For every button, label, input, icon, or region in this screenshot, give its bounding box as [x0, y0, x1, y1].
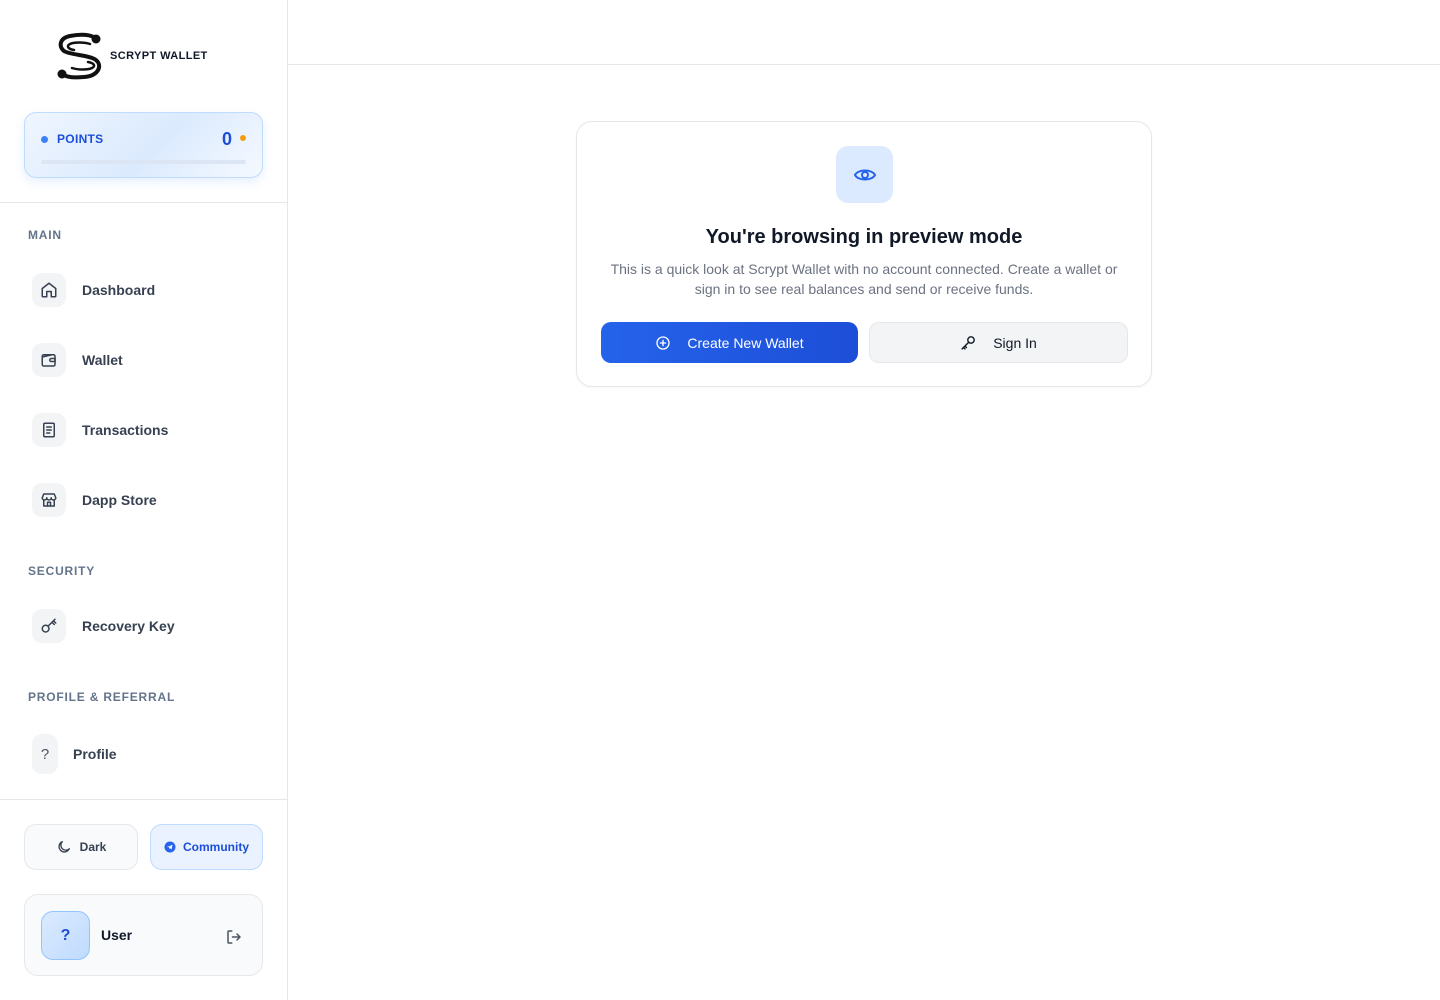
points-card[interactable]: POINTS 0 [24, 112, 263, 178]
sidebar-item-dapp-store[interactable]: Dapp Store [32, 482, 157, 518]
dark-mode-toggle[interactable]: Dark [24, 824, 138, 870]
brand-name: SCRYPT WALLET [110, 50, 208, 62]
top-bar [288, 0, 1440, 65]
sidebar: SCRYPT WALLET POINTS 0 MAIN Dashboard Wa… [0, 0, 288, 1000]
app-root: SCRYPT WALLET POINTS 0 MAIN Dashboard Wa… [0, 0, 1440, 1000]
points-label: POINTS [57, 132, 104, 146]
sidebar-item-label: Wallet [82, 352, 123, 368]
plus-circle-icon [656, 335, 671, 350]
eye-icon-container [836, 146, 893, 203]
points-progress-bar [41, 160, 246, 164]
sidebar-item-transactions[interactable]: Transactions [32, 412, 168, 448]
store-icon [32, 483, 66, 517]
key-icon [961, 336, 976, 350]
sidebar-divider [0, 202, 287, 203]
section-title-profile-referral: PROFILE & REFERRAL [28, 690, 176, 704]
sidebar-item-profile[interactable]: ? Profile [32, 734, 117, 774]
preview-mode-card: You're browsing in preview mode This is … [576, 121, 1152, 387]
community-button[interactable]: Community [150, 824, 263, 870]
sign-in-button[interactable]: Sign In [869, 322, 1128, 363]
sidebar-item-label: Recovery Key [82, 618, 175, 634]
points-accent-dot [240, 135, 246, 141]
points-indicator-dot [41, 136, 48, 143]
brand-logo[interactable]: SCRYPT WALLET [56, 30, 208, 82]
sidebar-item-wallet[interactable]: Wallet [32, 342, 123, 378]
sidebar-item-dashboard[interactable]: Dashboard [32, 272, 155, 308]
question-mark-icon: ? [32, 734, 58, 774]
create-new-wallet-button[interactable]: Create New Wallet [601, 322, 858, 363]
community-label: Community [183, 840, 249, 854]
points-value: 0 [221, 129, 232, 149]
sidebar-divider [0, 799, 287, 800]
sidebar-item-label: Dashboard [82, 282, 156, 298]
sidebar-item-label: Transactions [82, 422, 169, 438]
moon-icon [58, 841, 70, 853]
sidebar-item-label: Profile [73, 746, 117, 762]
create-new-wallet-label: Create New Wallet [687, 334, 804, 351]
home-icon [32, 273, 66, 307]
user-card: ? User [24, 894, 263, 976]
eye-icon [853, 169, 876, 180]
sign-in-label: Sign In [993, 334, 1037, 351]
section-title-security: SECURITY [28, 564, 96, 578]
sidebar-item-label: Dapp Store [82, 492, 157, 508]
section-title-main: MAIN [28, 228, 62, 242]
preview-title: You're browsing in preview mode [705, 226, 1023, 248]
logout-icon[interactable] [223, 926, 245, 948]
avatar[interactable]: ? [41, 911, 90, 960]
telegram-icon [164, 841, 176, 853]
preview-description: This is a quick look at Scrypt Wallet wi… [610, 261, 1118, 297]
wallet-icon [32, 343, 66, 377]
scrypt-logo-icon [57, 32, 102, 80]
key-icon [32, 609, 66, 643]
sidebar-item-recovery-key[interactable]: Recovery Key [32, 608, 175, 644]
receipt-icon [32, 413, 66, 447]
dark-mode-label: Dark [79, 840, 107, 854]
user-name: User [101, 927, 133, 943]
